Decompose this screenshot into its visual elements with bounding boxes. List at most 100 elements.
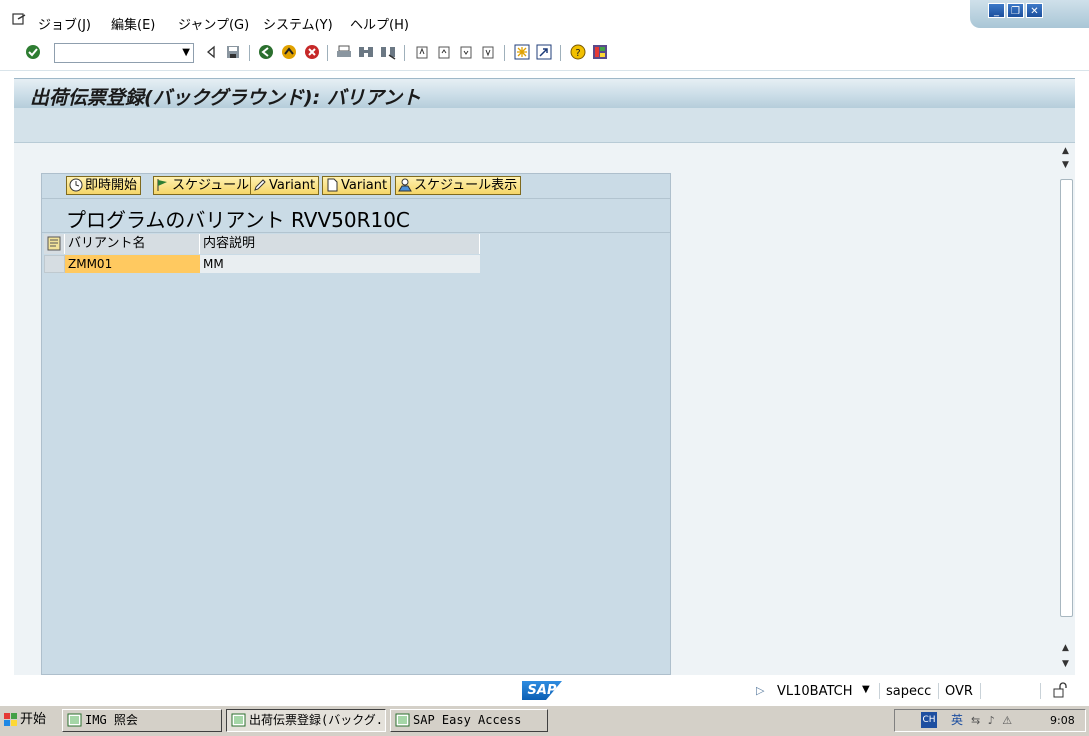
menu-job[interactable]: ジョブ(J) [38,14,91,33]
flag-icon [157,179,167,191]
execute-immediately-button[interactable]: 即時開始 [66,176,142,195]
last-page-icon[interactable] [480,44,496,60]
find-icon[interactable] [358,44,374,60]
sap-logo: SAP [522,681,562,700]
system-info-dropdown-icon[interactable]: ▼ [862,684,870,695]
screen-title-bar: 出荷伝票登録(バックグラウンド): バリアント [14,78,1075,109]
scroll-top-icon[interactable]: ▲ [1062,146,1069,156]
program-variant-heading: プログラムのバリアント RVV50R10C [66,208,410,232]
menu-goto[interactable]: ジャンプ(G) [178,14,249,33]
vertical-scrollbar[interactable]: ▲ ▼ ▲ ▼ [1058,143,1075,675]
task-label: IMG 照会 [85,713,138,727]
scroll-up-icon[interactable]: ▼ [1062,160,1069,170]
scrollbar-thumb[interactable] [1060,179,1073,617]
menu-help[interactable]: ヘルプ(H) [350,14,409,33]
menu-bar: ジョブ(J) 編集(E) ジャンプ(G) システム(Y) ヘルプ(H) _ ❐ … [0,0,1089,38]
execute-immediately-label: 即時開始 [85,178,138,193]
pencil-icon [254,179,266,191]
toolbar-separator [560,45,561,61]
create-variant-label: Variant [341,178,388,193]
task-sap-easy-access[interactable]: SAP Easy Access [390,709,548,732]
scroll-down-icon[interactable]: ▲ [1062,643,1069,653]
start-button[interactable]: 开始 [2,709,46,732]
display-schedule-label: スケジュール表示 [414,178,518,193]
panel-toolbar: 即時開始 スケジュール Variant Variant スケジュール表示 [42,174,670,199]
windows-logo-icon [4,713,17,726]
task-label: SAP Easy Access [413,713,522,727]
status-separator [938,683,939,699]
display-schedule-button[interactable]: スケジュール表示 [395,176,522,195]
server-name: sapecc [886,684,932,699]
cancel-icon[interactable] [304,44,320,60]
variant-panel: 即時開始 スケジュール Variant Variant スケジュール表示 プログ… [41,173,671,675]
status-separator [1040,683,1041,699]
restore-icon[interactable]: ❐ [1007,3,1024,18]
minimize-icon[interactable]: _ [988,3,1005,18]
sap-window-icon [67,713,82,727]
person-icon [398,178,412,192]
back-icon[interactable] [203,44,219,60]
sap-window-icon [395,713,410,727]
column-header-description[interactable]: 内容説明 [200,234,480,254]
tray-icons: ⇆ ♪ ⚠ [971,714,1015,727]
status-bar: SAP ▷ VL10BATCH ▼ sapecc OVR [0,675,1089,705]
close-icon[interactable]: ✕ [1026,3,1043,18]
layout-icon[interactable] [592,44,608,60]
clock-icon [69,178,83,192]
start-label: 开始 [20,712,47,727]
lock-icon[interactable] [1052,682,1068,698]
application-toolbar [14,108,1075,143]
select-all-button[interactable] [44,234,65,254]
new-session-icon[interactable] [514,44,530,60]
status-expand-icon[interactable]: ▷ [756,684,764,697]
menu-system[interactable]: システム(Y) [263,14,333,33]
row-selector[interactable] [44,255,65,273]
schedule-label: スケジュール [172,178,250,193]
insert-mode[interactable]: OVR [945,684,973,699]
prev-page-icon[interactable] [436,44,452,60]
main-content: 即時開始 スケジュール Variant Variant スケジュール表示 プログ… [14,143,1075,675]
change-variant-label: Variant [269,178,316,193]
shortcut-icon[interactable] [536,44,552,60]
column-header-variant-name[interactable]: バリアント名 [65,234,200,254]
create-variant-button[interactable]: Variant [322,176,392,195]
task-img-display[interactable]: IMG 照会 [62,709,222,732]
status-separator [980,683,981,699]
save-icon[interactable] [225,44,241,60]
command-input[interactable] [55,44,179,62]
toolbar-separator [327,45,328,61]
menu-edit[interactable]: 編集(E) [111,14,155,33]
system-tray: CH 英 ⇆ ♪ ⚠ 9:08 [894,709,1086,732]
toolbar-separator [504,45,505,61]
enter-icon[interactable] [25,44,41,60]
task-delivery-background[interactable]: 出荷伝票登録(バックグ... [226,709,386,732]
transaction-code: VL10BATCH [777,684,853,699]
new-document-icon [327,178,338,192]
next-page-icon[interactable] [458,44,474,60]
schedule-button[interactable]: スケジュール [153,176,254,195]
standard-toolbar: ▼ ? [0,38,1089,71]
exit-icon[interactable] [281,44,297,60]
cell-variant-name[interactable]: ZMM01 [65,255,200,273]
change-variant-button[interactable]: Variant [250,176,320,195]
command-field[interactable]: ▼ [54,43,194,63]
scroll-bottom-icon[interactable]: ▼ [1062,659,1069,669]
green-back-icon[interactable] [258,44,274,60]
toolbar-separator [249,45,250,61]
clock: 9:08 [1050,714,1075,727]
first-page-icon[interactable] [414,44,430,60]
divider [42,232,670,233]
svg-text:?: ? [575,48,580,59]
ch-language-icon[interactable]: CH [921,712,937,728]
print-icon[interactable] [336,44,352,60]
table-settings-icon [47,236,61,251]
find-next-icon[interactable] [380,44,396,60]
task-label: 出荷伝票登録(バックグ... [249,713,386,727]
help-icon[interactable]: ? [570,44,586,60]
status-separator [879,683,880,699]
ime-mode-indicator[interactable]: 英 [951,710,963,731]
sap-window-icon [231,713,246,727]
chevron-down-icon[interactable]: ▼ [182,47,190,58]
system-menu-icon[interactable] [12,13,26,25]
cell-description[interactable]: MM [200,255,480,273]
